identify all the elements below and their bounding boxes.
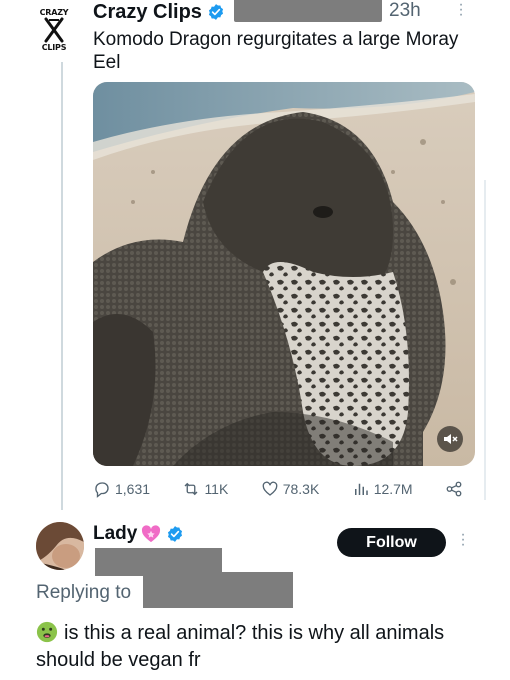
view-count: 12.7M (373, 481, 413, 497)
reply-avatar[interactable] (36, 522, 84, 570)
clapperboard-logo-icon (44, 17, 64, 43)
post-text: Komodo Dragon regurgitates a large Moray… (93, 29, 459, 73)
heart-icon (262, 481, 278, 496)
komodo-dragon-image (93, 82, 475, 466)
author-avatar[interactable]: CRAZY CLIPS (30, 8, 78, 56)
reply-header: Lady (93, 522, 184, 546)
nauseated-face-emoji-icon (36, 621, 58, 643)
repost-icon (184, 482, 198, 496)
more-dots-icon[interactable]: · · · (458, 527, 468, 553)
speaker-muted-icon (444, 434, 458, 444)
share-icon (446, 481, 462, 497)
reply-text-block: is this a real animal? this is why all a… (36, 620, 476, 674)
avatar-photo (36, 522, 84, 570)
logo-text-bottom: CLIPS (41, 43, 67, 52)
post-video[interactable] (93, 82, 475, 466)
views-button[interactable]: 12.7M (352, 480, 413, 498)
replying-to-label: Replying to (36, 582, 132, 603)
more-dots-icon[interactable]: · · · (456, 0, 466, 23)
post-header: Crazy Clips (93, 0, 225, 24)
repost-count: 11K (204, 481, 229, 497)
verified-badge-icon (168, 526, 183, 542)
thread-connector-line (61, 62, 63, 510)
author-display-name[interactable]: Crazy Clips (93, 1, 202, 24)
verified-badge-icon (208, 4, 223, 20)
like-count: 78.3K (282, 481, 320, 497)
share-button[interactable] (445, 480, 463, 498)
like-button[interactable]: 78.3K (261, 480, 320, 498)
redacted-handle (234, 0, 382, 22)
reply-button[interactable]: 1,631 (93, 480, 150, 498)
post-action-bar: 1,631 11K 78.3K 12.7M (93, 480, 463, 498)
views-bars-icon (354, 483, 368, 495)
reply-text: is this a real animal? this is why all a… (36, 622, 445, 671)
pink-heart-emoji-icon (142, 525, 161, 543)
follow-button[interactable]: Follow (337, 528, 446, 557)
repost-button[interactable]: 11K (182, 480, 228, 498)
reply-display-name[interactable]: Lady (93, 523, 137, 545)
reply-bubble-icon (95, 482, 109, 498)
mute-button[interactable] (437, 426, 463, 452)
logo-text-top: CRAZY (39, 8, 69, 17)
scrollbar[interactable] (484, 180, 486, 500)
redacted-replying-handle (143, 572, 293, 608)
reply-count: 1,631 (115, 481, 151, 497)
post-timestamp[interactable]: 23h (389, 0, 421, 22)
